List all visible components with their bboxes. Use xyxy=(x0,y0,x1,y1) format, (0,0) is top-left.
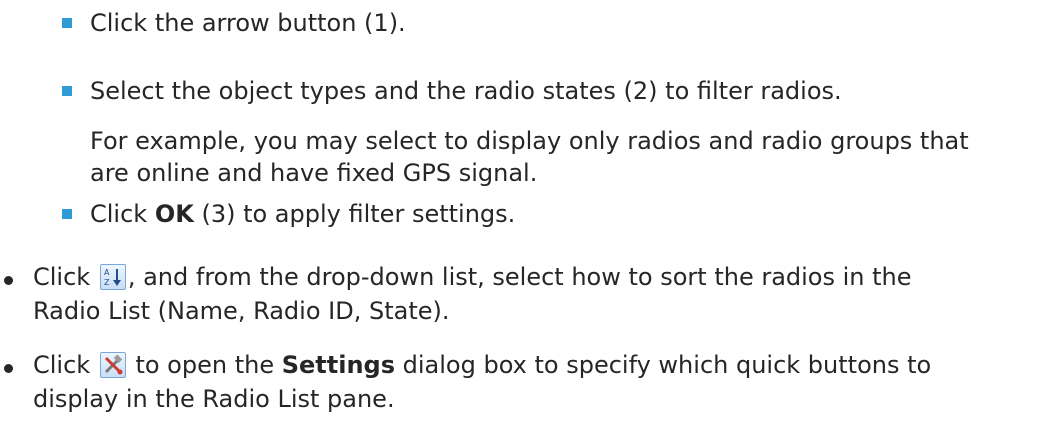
ok-label: OK xyxy=(154,200,194,228)
sort-instruction-line-2: Radio List (Name, Radio ID, State). xyxy=(33,297,450,325)
step-3-suffix: (3) to apply filter settings. xyxy=(193,200,516,228)
settings-instruction-line-1: Click to open the Settings dialog box to… xyxy=(33,350,931,380)
sort-suffix: , and from the drop-down list, select ho… xyxy=(127,263,912,291)
instruction-step-1: Click the arrow button (1). xyxy=(90,9,406,37)
instruction-step-3: Click OK (3) to apply filter settings. xyxy=(90,199,515,229)
round-bullet xyxy=(4,276,13,285)
step-3-prefix: Click xyxy=(90,200,155,228)
settings-label: Settings xyxy=(281,351,396,379)
settings-prefix: Click xyxy=(33,351,98,379)
square-bullet xyxy=(62,18,72,28)
round-bullet xyxy=(4,364,13,373)
sort-az-icon: AZ xyxy=(99,264,126,290)
svg-text:Z: Z xyxy=(104,278,110,287)
square-bullet xyxy=(62,86,72,96)
settings-mid: to open the xyxy=(127,351,282,379)
settings-tools-icon xyxy=(99,352,126,378)
sort-prefix: Click xyxy=(33,263,98,291)
settings-instruction-line-2: display in the Radio List pane. xyxy=(33,385,395,413)
square-bullet xyxy=(62,209,72,219)
step-2-example-line-2: are online and have fixed GPS signal. xyxy=(90,159,538,187)
sort-instruction-line-1: Click AZ, and from the drop-down list, s… xyxy=(33,262,912,292)
instruction-step-2: Select the object types and the radio st… xyxy=(90,77,842,105)
svg-text:A: A xyxy=(104,268,110,277)
step-2-example-line-1: For example, you may select to display o… xyxy=(90,127,969,155)
settings-suffix: dialog box to specify which quick button… xyxy=(395,351,932,379)
